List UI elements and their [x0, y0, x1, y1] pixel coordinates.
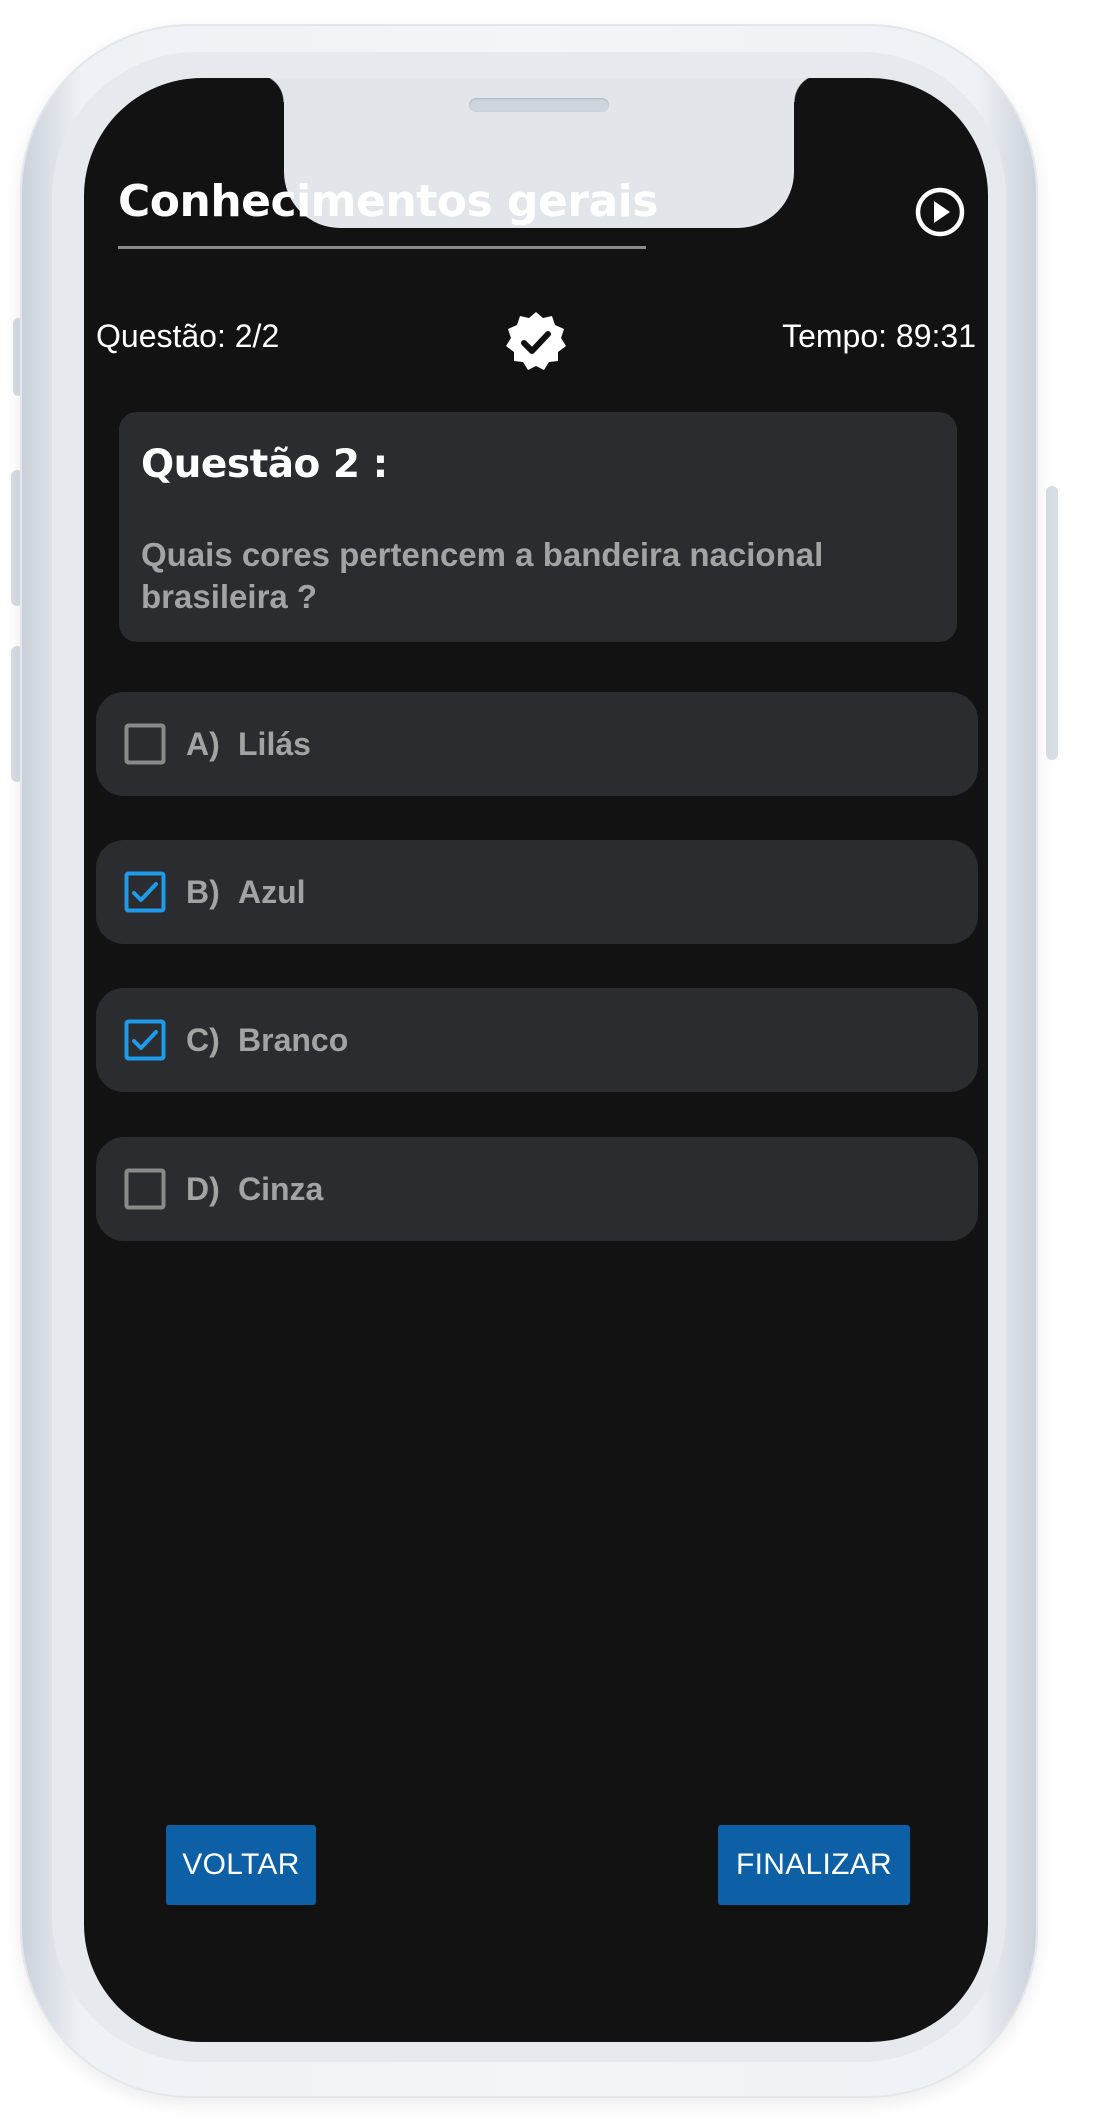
timer: Tempo: 89:31: [782, 318, 976, 354]
question-counter: Questão: 2/2: [96, 318, 280, 354]
option-letter: B): [186, 874, 220, 910]
question-card: Questão 2 : Quais cores pertencem a band…: [119, 412, 957, 642]
speaker-grille: [469, 98, 609, 112]
option-letter: A): [186, 726, 220, 762]
question-heading: Questão 2 :: [141, 442, 388, 487]
option-label: Cinza: [238, 1171, 324, 1207]
phone-power-button: [1046, 486, 1058, 760]
finish-button[interactable]: FINALIZAR: [718, 1825, 910, 1905]
option-b[interactable]: B) Azul: [96, 840, 978, 944]
option-label: Lilás: [238, 726, 311, 762]
page: Conhecimentos gerais Questão: 2/2 Tempo:…: [0, 0, 1100, 2116]
option-letter: C): [186, 1022, 220, 1058]
checkbox-empty-icon[interactable]: [124, 1168, 166, 1210]
play-circle-icon: [915, 187, 965, 237]
option-letter: D): [186, 1171, 220, 1207]
back-button[interactable]: VOLTAR: [166, 1825, 316, 1905]
checkbox-checked-icon[interactable]: [124, 871, 166, 913]
option-label: Azul: [238, 874, 306, 910]
play-button[interactable]: [914, 186, 966, 238]
checkbox-empty-icon[interactable]: [124, 723, 166, 765]
option-label: Branco: [238, 1022, 349, 1058]
quiz-status-bar: Questão: 2/2 Tempo: 89:31: [96, 310, 976, 370]
option-c[interactable]: C) Branco: [96, 988, 978, 1092]
verified-badge-icon: [506, 312, 566, 370]
question-text: Quais cores pertencem a bandeira naciona…: [141, 536, 824, 615]
app-screen: Conhecimentos gerais Questão: 2/2 Tempo:…: [84, 78, 988, 2042]
title-underline: [118, 246, 646, 249]
page-title: Conhecimentos gerais: [118, 176, 658, 227]
option-d[interactable]: D) Cinza: [96, 1137, 978, 1241]
checkbox-checked-icon[interactable]: [124, 1019, 166, 1061]
option-a[interactable]: A) Lilás: [96, 692, 978, 796]
